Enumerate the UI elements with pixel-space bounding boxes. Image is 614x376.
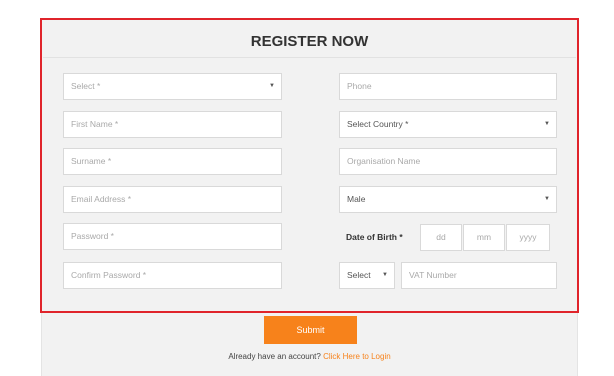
gender-select-value: Male [347,194,366,204]
login-link[interactable]: Click Here to Login [323,352,391,361]
title-select[interactable]: Select * ▼ [63,73,282,100]
vat-prefix-value: Select [347,270,371,280]
chevron-down-icon: ▼ [544,121,550,127]
vat-number-input[interactable]: VAT Number [401,262,557,289]
surname-input[interactable]: Surname * [63,148,282,175]
dob-year-input[interactable]: yyyy [506,224,550,251]
organisation-input[interactable]: Organisation Name [339,148,557,175]
phone-input[interactable]: Phone [339,73,557,100]
country-select[interactable]: Select Country * ▼ [339,111,557,138]
chevron-down-icon: ▼ [382,272,388,278]
login-prompt-text: Already have an account? [228,352,321,361]
submit-button[interactable]: Submit [264,316,357,344]
login-prompt: Already have an account? Click Here to L… [41,352,578,361]
dob-month-input[interactable]: mm [463,224,505,251]
email-input[interactable]: Email Address * [63,186,282,213]
chevron-down-icon: ▼ [269,83,275,89]
first-name-input[interactable]: First Name * [63,111,282,138]
password-input[interactable]: Password * [63,223,282,250]
chevron-down-icon: ▼ [544,196,550,202]
dob-label: Date of Birth * [346,232,403,242]
title-select-value: Select * [71,81,101,91]
vat-prefix-select[interactable]: Select ▼ [339,262,395,289]
confirm-password-input[interactable]: Confirm Password * [63,262,282,289]
gender-select[interactable]: Male ▼ [339,186,557,213]
title-divider [43,57,576,58]
country-select-value: Select Country * [347,119,409,129]
dob-day-input[interactable]: dd [420,224,462,251]
page-title: REGISTER NOW [250,33,369,50]
